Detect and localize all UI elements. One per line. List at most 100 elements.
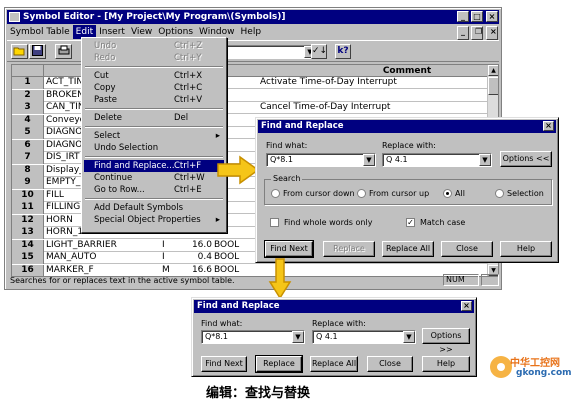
replace-with-label: Replace with: xyxy=(382,141,436,150)
match-case-checkbox[interactable]: ✓ xyxy=(406,218,415,227)
menu-item-undo-selection[interactable]: Undo Selection xyxy=(84,142,224,154)
dialog-close-icon[interactable]: × xyxy=(543,121,554,131)
menu-item-label: Go to Row... xyxy=(94,185,145,195)
replace-all-button[interactable]: Replace All xyxy=(310,356,358,372)
value-cell[interactable]: 16.0 xyxy=(178,240,212,252)
menu-shortcut: Ctrl+X xyxy=(174,71,203,81)
menu-symbol-table[interactable]: Symbol Table xyxy=(7,25,73,39)
minimize-button[interactable]: _ xyxy=(457,11,469,22)
find-next-button[interactable]: Find Next xyxy=(264,240,314,258)
row-number: 5 xyxy=(12,127,44,139)
datatype-cell[interactable]: BOOL xyxy=(214,252,244,264)
menu-item-special-object-properties[interactable]: Special Object Properties ▸ xyxy=(84,214,224,226)
menu-item-label: Undo xyxy=(94,41,117,51)
menu-item-undo[interactable]: Undo Ctrl+Z xyxy=(84,40,224,52)
help-button[interactable]: Help xyxy=(422,356,470,372)
radio-all[interactable] xyxy=(443,189,452,198)
menu-shortcut: Ctrl+Y xyxy=(174,53,202,63)
options-collapse-button[interactable]: Options << xyxy=(500,151,552,167)
dialog-title: Find and Replace xyxy=(197,301,280,311)
chevron-down-icon[interactable]: ▼ xyxy=(363,154,375,166)
chevron-down-icon[interactable]: ▼ xyxy=(403,331,415,343)
find-what-combo[interactable]: Q*8.1 ▼ xyxy=(201,330,305,344)
arrow-down-icon xyxy=(268,258,292,300)
window-title: Symbol Editor - [My Project\My Program\(… xyxy=(23,12,286,22)
radio-cursor-down[interactable] xyxy=(271,189,280,198)
radio-cursor-up[interactable] xyxy=(357,189,366,198)
radio-all-label: All xyxy=(455,189,465,198)
menu-separator xyxy=(85,198,223,200)
doc-close-button[interactable]: × xyxy=(486,26,498,40)
value-cell[interactable]: 0.4 xyxy=(178,252,212,264)
address-cell[interactable]: I xyxy=(162,240,176,252)
scroll-up-icon[interactable]: ▲ xyxy=(488,65,498,76)
row-number: 1 xyxy=(12,77,44,89)
options-expand-button[interactable]: Options >> xyxy=(422,328,470,354)
replace-all-button[interactable]: Replace All xyxy=(382,241,434,257)
save-icon[interactable] xyxy=(29,44,46,59)
open-icon[interactable] xyxy=(11,44,28,59)
menu-shortcut: Ctrl+Z xyxy=(174,41,203,51)
whole-words-checkbox[interactable] xyxy=(270,218,279,227)
replace-with-combo[interactable]: Q 4.1 ▼ xyxy=(382,153,492,167)
chevron-down-icon[interactable]: ▼ xyxy=(479,154,491,166)
row-number: 12 xyxy=(12,214,44,227)
comment-cell[interactable]: Cancel Time-of-Day Interrupt xyxy=(260,102,480,114)
help-button[interactable]: Help xyxy=(500,241,552,257)
close-dialog-button[interactable]: Close xyxy=(441,241,493,257)
menu-item-delete[interactable]: Delete Del xyxy=(84,112,224,124)
radio-selection-label: Selection xyxy=(507,189,544,198)
menu-item-label: Delete xyxy=(94,113,122,123)
dialog-title: Find and Replace xyxy=(261,121,344,131)
doc-restore-button[interactable]: ❐ xyxy=(471,26,483,40)
menu-item-go-to-row[interactable]: Go to Row... Ctrl+E xyxy=(84,184,224,196)
replace-button[interactable]: Replace xyxy=(323,241,375,257)
menu-item-label: Undo Selection xyxy=(94,143,159,153)
help-icon[interactable]: k? xyxy=(335,44,351,59)
comment-cell[interactable] xyxy=(260,90,480,102)
menu-shortcut: Ctrl+W xyxy=(174,173,205,183)
address-cell[interactable]: I xyxy=(162,252,176,264)
menu-item-continue[interactable]: Continue Ctrl+W xyxy=(84,172,224,184)
close-dialog-button[interactable]: Close xyxy=(367,356,413,372)
menu-item-add-default-symbols[interactable]: Add Default Symbols xyxy=(84,202,224,214)
replace-with-value: Q 4.1 xyxy=(386,155,408,164)
comment-cell[interactable]: Activate Time-of-Day Interrupt xyxy=(260,77,480,89)
header-comment: Comment xyxy=(382,66,432,76)
symbol-cell[interactable]: LIGHT_BARRIER xyxy=(46,240,136,252)
row-number: 13 xyxy=(12,227,44,239)
find-what-value: Q*8.1 xyxy=(270,155,294,164)
scroll-thumb[interactable] xyxy=(488,77,498,95)
menu-item-select[interactable]: Select ▸ xyxy=(84,130,224,142)
replace-with-combo[interactable]: Q 4.1 ▼ xyxy=(312,330,416,344)
replace-button[interactable]: Replace xyxy=(255,355,303,373)
menu-item-paste[interactable]: Paste Ctrl+V xyxy=(84,94,224,106)
close-button[interactable]: × xyxy=(486,11,498,22)
find-what-label: Find what: xyxy=(201,319,243,328)
find-next-button[interactable]: Find Next xyxy=(201,356,247,372)
print-icon[interactable] xyxy=(55,44,72,59)
menu-item-redo[interactable]: Redo Ctrl+Y xyxy=(84,52,224,64)
dialog-close-icon[interactable]: × xyxy=(461,301,472,311)
radio-selection[interactable] xyxy=(495,189,504,198)
datatype-cell[interactable]: BOOL xyxy=(214,240,244,252)
watermark-cn: 中华工控网 xyxy=(510,358,560,369)
num-lock-indicator: NUM xyxy=(443,274,479,286)
menu-item-label: Add Default Symbols xyxy=(94,203,184,213)
chevron-down-icon[interactable]: ▼ xyxy=(292,331,304,343)
row-number: 2 xyxy=(12,89,44,102)
doc-minimize-button[interactable]: _ xyxy=(457,26,469,40)
menu-help[interactable]: Help xyxy=(238,25,265,39)
find-what-combo[interactable]: Q*8.1 ▼ xyxy=(266,153,376,167)
menu-item-cut[interactable]: Cut Ctrl+X xyxy=(84,70,224,82)
header-corner xyxy=(12,65,44,77)
symbol-cell[interactable]: MAN_AUTO xyxy=(46,252,136,264)
menu-separator xyxy=(85,156,223,158)
menu-item-find-and-replace[interactable]: Find and Replace... Ctrl+F xyxy=(84,160,224,172)
row-number: 4 xyxy=(12,114,44,127)
replace-with-value: Q 4.1 xyxy=(316,332,338,341)
filter-icon[interactable]: ✓↓ xyxy=(311,44,327,59)
menu-item-copy[interactable]: Copy Ctrl+C xyxy=(84,82,224,94)
maximize-button[interactable]: □ xyxy=(471,11,483,22)
menu-shortcut: Ctrl+V xyxy=(174,95,203,105)
